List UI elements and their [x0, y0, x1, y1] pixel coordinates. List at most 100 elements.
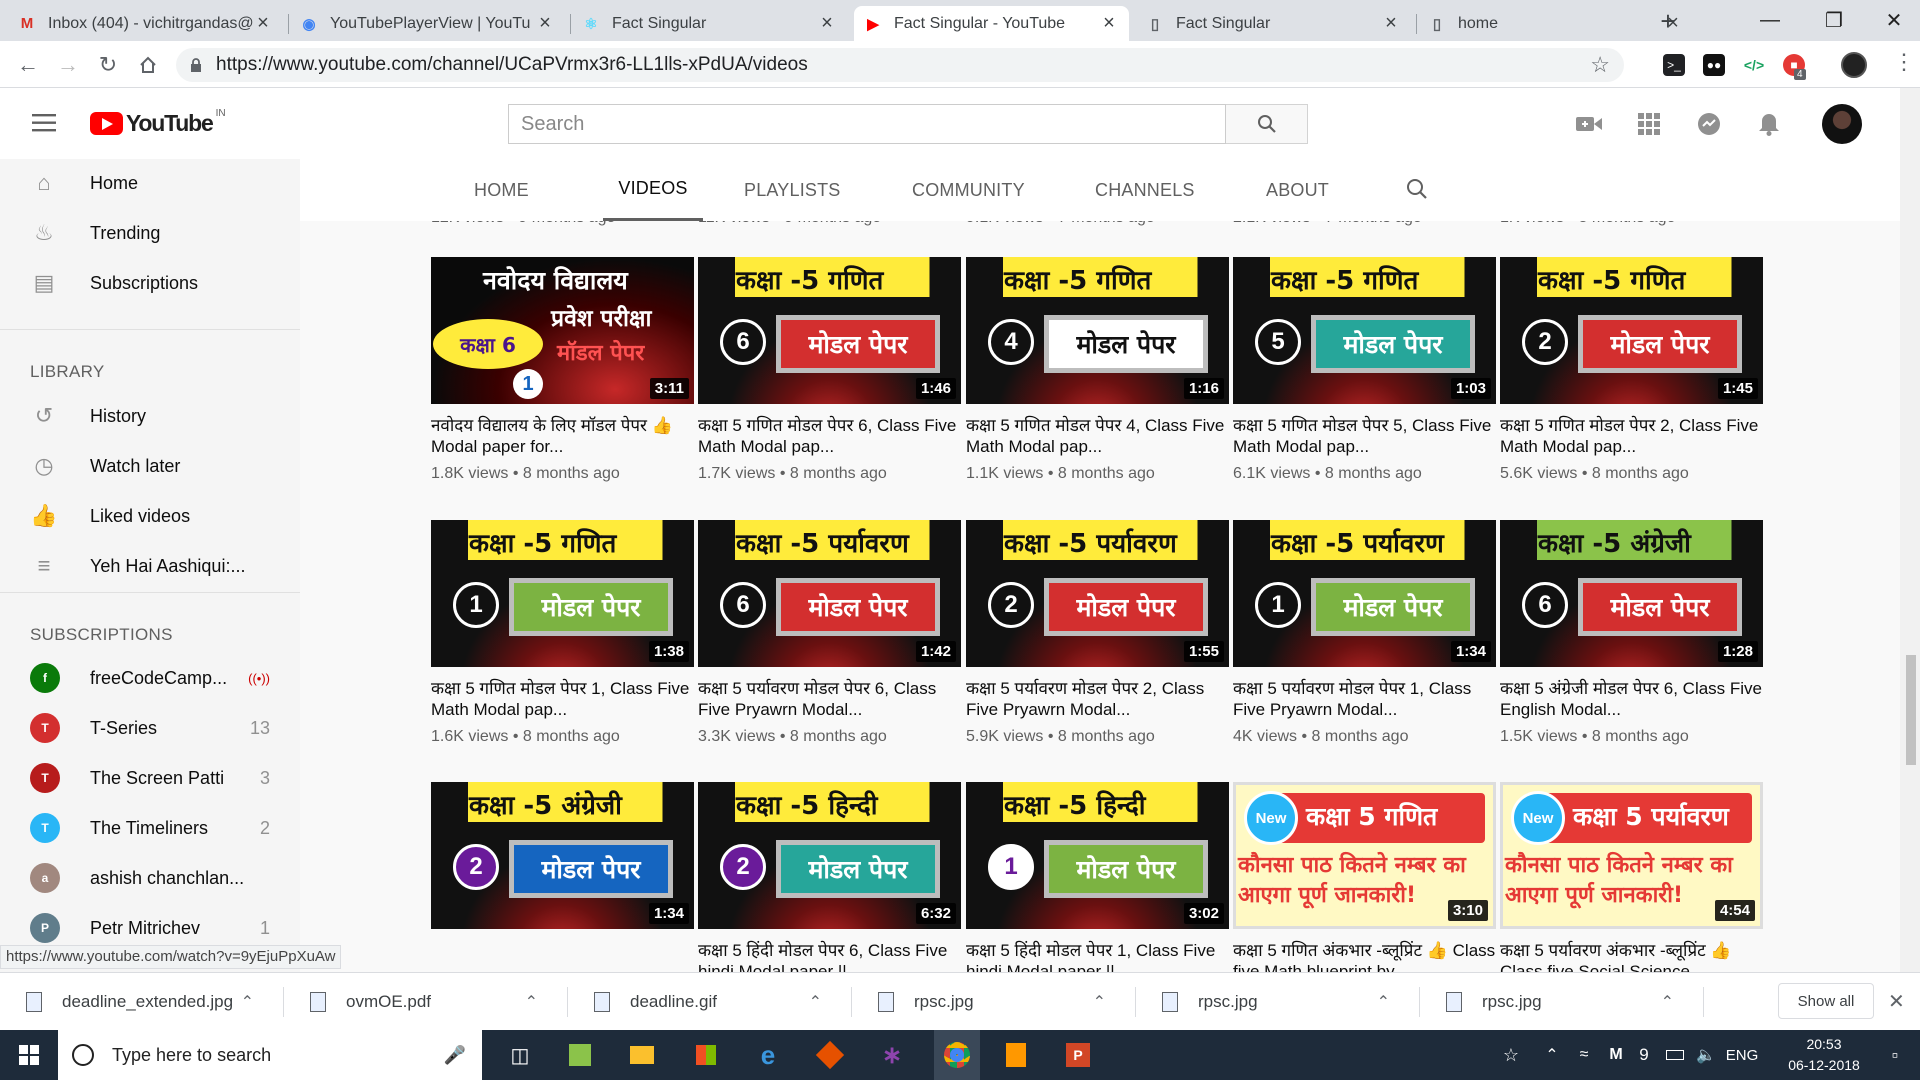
- apps-grid-icon[interactable]: [1636, 111, 1662, 137]
- video-thumbnail[interactable]: कक्षा -5 पर्यावरण 1 मोडल पेपर 1:34: [1233, 520, 1496, 667]
- video-title[interactable]: कक्षा 5 गणित मोडल पेपर 6, Class Five Mat…: [698, 415, 961, 457]
- messages-icon[interactable]: [1696, 111, 1722, 137]
- download-item[interactable]: deadline.gif ⌃: [568, 973, 852, 1031]
- chevron-up-icon[interactable]: ⌃: [525, 992, 538, 1012]
- page-scrollbar[interactable]: [1900, 88, 1920, 972]
- store-icon[interactable]: [686, 1030, 726, 1080]
- download-item[interactable]: deadline_extended.jpg ⌃: [0, 973, 284, 1031]
- chevron-up-icon[interactable]: ⌃: [241, 992, 254, 1012]
- channel-search-icon[interactable]: [1406, 178, 1428, 205]
- close-tab-icon[interactable]: ×: [817, 12, 837, 35]
- video-thumbnail[interactable]: कक्षा -5 गणित 2 मोडल पेपर 1:45: [1500, 257, 1763, 404]
- reload-button[interactable]: ↻: [92, 49, 124, 81]
- tab-channels[interactable]: CHANNELS: [1095, 159, 1195, 221]
- video-thumbnail[interactable]: कक्षा -5 गणित 4 मोडल पेपर 1:16: [966, 257, 1229, 404]
- browser-tab[interactable]: ⚛ Fact Singular ×: [572, 6, 847, 41]
- home-button[interactable]: [132, 49, 164, 81]
- terminal-extension-icon[interactable]: >_: [1663, 54, 1685, 76]
- git-app-icon[interactable]: [810, 1030, 850, 1080]
- subscription-item[interactable]: a ashish chanchlan...: [0, 853, 300, 903]
- browser-tab[interactable]: M Inbox (404) - vichitrgandas@ ×: [8, 6, 283, 41]
- sidebar-library-item[interactable]: ≡ Yeh Hai Aashiqui:...: [0, 541, 300, 591]
- video-title[interactable]: कक्षा 5 अंग्रेजी मोडल पेपर 6, Class Five…: [1500, 678, 1763, 720]
- chevron-up-icon[interactable]: ⌃: [1377, 992, 1390, 1012]
- sidebar-item-home[interactable]: ⌂ Home: [0, 159, 300, 208]
- sublime-text-icon[interactable]: [996, 1030, 1036, 1080]
- tab-home[interactable]: HOME: [474, 159, 529, 221]
- video-thumbnail[interactable]: New कक्षा 5 पर्यावरण कौनसा पाठ कितने नम्…: [1500, 782, 1763, 929]
- code-extension-icon[interactable]: </>: [1743, 54, 1765, 76]
- video-thumbnail[interactable]: कक्षा -5 हिन्दी 1 मोडल पेपर 3:02: [966, 782, 1229, 929]
- video-thumbnail[interactable]: कक्षा -5 गणित 1 मोडल पेपर 1:38: [431, 520, 694, 667]
- video-thumbnail[interactable]: New कक्षा 5 गणित कौनसा पाठ कितने नम्बर क…: [1233, 782, 1496, 929]
- video-title[interactable]: कक्षा 5 पर्यावरण मोडल पेपर 2, Class Five…: [966, 678, 1229, 720]
- search-button[interactable]: [1226, 104, 1308, 144]
- guide-menu-icon[interactable]: [32, 114, 56, 132]
- clock[interactable]: 20:53 06-12-2018: [1776, 1034, 1872, 1076]
- scrollbar-thumb[interactable]: [1906, 655, 1916, 765]
- video-thumbnail[interactable]: कक्षा -5 गणित 6 मोडल पेपर 1:46: [698, 257, 961, 404]
- chevron-up-icon[interactable]: ⌃: [1661, 992, 1674, 1012]
- video-thumbnail[interactable]: कक्षा -5 गणित 5 मोडल पेपर 1:03: [1233, 257, 1496, 404]
- account-avatar[interactable]: [1822, 104, 1862, 144]
- video-title[interactable]: कक्षा 5 पर्यावरण मोडल पेपर 1, Class Five…: [1233, 678, 1496, 720]
- browser-tab[interactable]: ◉ YouTubePlayerView | YouTu ×: [290, 6, 565, 41]
- video-title[interactable]: कक्षा 5 हिंदी मोडल पेपर 1, Class Five hi…: [966, 940, 1229, 972]
- download-item[interactable]: ovmOE.pdf ⌃: [284, 973, 568, 1031]
- address-bar[interactable]: https://www.youtube.com/channel/UCaPVrmx…: [176, 48, 1624, 82]
- gmail-tray-icon[interactable]: M: [1604, 1030, 1628, 1080]
- video-thumbnail[interactable]: कक्षा -5 पर्यावरण 6 मोडल पेपर 1:42: [698, 520, 961, 667]
- input-language[interactable]: ENG: [1722, 1030, 1762, 1080]
- volume-icon[interactable]: 🔈: [1694, 1030, 1718, 1080]
- subscription-item[interactable]: T The Screen Patti 3: [0, 753, 300, 803]
- show-hidden-icons[interactable]: ⌃: [1540, 1030, 1564, 1080]
- powerpoint-icon[interactable]: P: [1058, 1030, 1098, 1080]
- battery-icon[interactable]: [1662, 1030, 1688, 1080]
- chevron-up-icon[interactable]: ⌃: [809, 992, 822, 1012]
- visual-studio-icon[interactable]: ∗: [872, 1030, 912, 1080]
- video-thumbnail[interactable]: कक्षा -5 पर्यावरण 2 मोडल पेपर 1:55: [966, 520, 1229, 667]
- maximize-button[interactable]: ❐: [1804, 0, 1864, 40]
- browser-tab[interactable]: ▯ home ×: [1418, 6, 1693, 41]
- video-title[interactable]: कक्षा 5 गणित मोडल पेपर 5, Class Five Mat…: [1233, 415, 1496, 457]
- browser-tab[interactable]: ▯ Fact Singular ×: [1136, 6, 1411, 41]
- windows-start-icon[interactable]: [0, 1030, 58, 1080]
- video-thumbnail[interactable]: नवोदय विद्यालय कक्षा 6 प्रवेश परीक्षा मॉ…: [431, 257, 694, 404]
- sidebar-library-item[interactable]: ◷ Watch later: [0, 441, 300, 491]
- tab-videos[interactable]: VIDEOS: [603, 159, 703, 221]
- download-item[interactable]: rpsc.jpg ⌃: [1136, 973, 1420, 1031]
- action-center-icon[interactable]: ▫: [1870, 1030, 1920, 1080]
- chrome-taskbar-icon[interactable]: [934, 1030, 980, 1080]
- video-title[interactable]: नवोदय विद्यालय के लिए मॉडल पेपर 👍 Modal …: [431, 415, 694, 457]
- close-tab-icon[interactable]: ×: [1381, 12, 1401, 35]
- tab-about[interactable]: ABOUT: [1266, 159, 1329, 221]
- bookmark-star-icon[interactable]: ☆: [1590, 52, 1610, 78]
- task-view-icon[interactable]: ◫: [500, 1030, 540, 1080]
- sidebar-item-trending[interactable]: ♨ Trending: [0, 208, 300, 258]
- video-title[interactable]: कक्षा 5 गणित मोडल पेपर 1, Class Five Mat…: [431, 678, 694, 720]
- download-item[interactable]: rpsc.jpg ⌃: [852, 973, 1136, 1031]
- notifications-bell-icon[interactable]: [1756, 111, 1782, 137]
- wifi-icon[interactable]: ≈: [1572, 1030, 1596, 1080]
- subscription-item[interactable]: f freeCodeCamp... ((•)): [0, 653, 300, 703]
- new-tab-button[interactable]: +: [1655, 6, 1681, 36]
- minimize-button[interactable]: —: [1740, 0, 1800, 40]
- video-title[interactable]: कक्षा 5 गणित मोडल पेपर 4, Class Five Mat…: [966, 415, 1229, 457]
- video-title[interactable]: कक्षा 5 गणित मोडल पेपर 2, Class Five Mat…: [1500, 415, 1763, 457]
- profile-avatar[interactable]: [1841, 52, 1867, 78]
- chevron-up-icon[interactable]: ⌃: [1093, 992, 1106, 1012]
- people-icon[interactable]: ☆: [1496, 1030, 1526, 1080]
- video-thumbnail[interactable]: कक्षा -5 अंग्रेजी 6 मोडल पेपर 1:28: [1500, 520, 1763, 667]
- taskbar-search-box[interactable]: Type here to search 🎤: [58, 1030, 482, 1080]
- file-explorer-icon[interactable]: [622, 1030, 662, 1080]
- show-all-downloads-button[interactable]: Show all: [1778, 983, 1874, 1019]
- video-thumbnail[interactable]: कक्षा -5 अंग्रेजी 2 मोडल पेपर 1:34: [431, 782, 694, 929]
- video-title[interactable]: कक्षा 5 हिंदी मोडल पेपर 6, Class Five hi…: [698, 940, 961, 972]
- close-tab-icon[interactable]: ×: [1099, 12, 1119, 35]
- forward-button[interactable]: →: [52, 49, 84, 81]
- search-input[interactable]: Search: [508, 104, 1226, 144]
- subscription-item[interactable]: T T-Series 13: [0, 703, 300, 753]
- download-item[interactable]: rpsc.jpg ⌃: [1420, 973, 1704, 1031]
- tab-community[interactable]: COMMUNITY: [912, 159, 1025, 221]
- taskbar-app-icon[interactable]: [560, 1030, 600, 1080]
